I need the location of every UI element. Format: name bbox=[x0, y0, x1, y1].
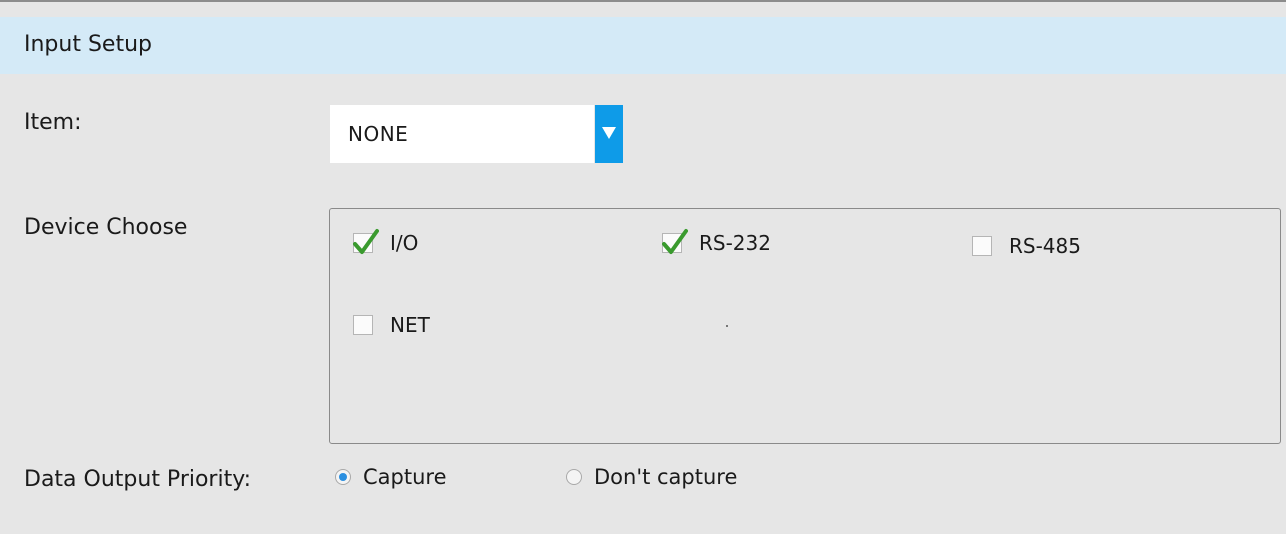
radio-dont-capture-label: Don't capture bbox=[594, 465, 738, 489]
checkbox-io-box[interactable] bbox=[353, 229, 379, 254]
data-output-priority-label: Data Output Priority: bbox=[24, 467, 252, 492]
checkmark-icon bbox=[662, 229, 688, 254]
checkbox-io-label: I/O bbox=[390, 231, 419, 255]
item-dropdown[interactable]: NONE bbox=[330, 105, 594, 163]
checkbox-rs485-box[interactable] bbox=[972, 236, 992, 256]
checkbox-net[interactable]: NET bbox=[353, 313, 430, 337]
checkbox-rs485-label: RS-485 bbox=[1009, 234, 1081, 258]
item-dropdown-button[interactable] bbox=[595, 105, 623, 163]
item-label: Item: bbox=[24, 110, 82, 135]
triangle-down-icon bbox=[602, 127, 616, 139]
top-divider bbox=[0, 0, 1286, 2]
checkbox-io[interactable]: I/O bbox=[353, 229, 419, 255]
checkbox-rs485[interactable]: RS-485 bbox=[972, 234, 1081, 258]
radio-dont-capture-button[interactable] bbox=[566, 469, 582, 485]
radio-capture[interactable]: Capture bbox=[335, 465, 447, 489]
stray-dot bbox=[726, 325, 728, 327]
checkbox-rs232[interactable]: RS-232 bbox=[662, 229, 771, 255]
checkmark-icon bbox=[353, 229, 379, 254]
checkbox-rs232-box[interactable] bbox=[662, 229, 688, 254]
checkbox-rs232-label: RS-232 bbox=[699, 231, 771, 255]
item-dropdown-value: NONE bbox=[348, 122, 409, 146]
checkbox-net-label: NET bbox=[390, 313, 430, 337]
device-choose-label: Device Choose bbox=[24, 215, 188, 240]
checkbox-net-box[interactable] bbox=[353, 315, 373, 335]
radio-capture-label: Capture bbox=[363, 465, 447, 489]
section-header: Input Setup bbox=[0, 17, 1286, 74]
radio-capture-button[interactable] bbox=[335, 469, 351, 485]
radio-dont-capture[interactable]: Don't capture bbox=[566, 465, 737, 489]
section-title: Input Setup bbox=[24, 32, 152, 57]
device-choose-group bbox=[329, 208, 1281, 444]
